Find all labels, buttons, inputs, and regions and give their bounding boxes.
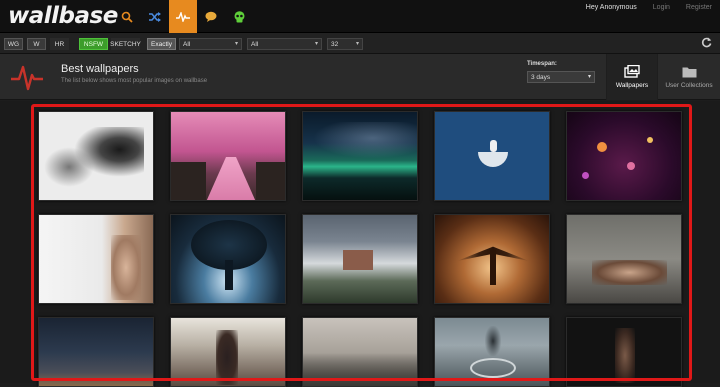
tab-wallpapers-label: Wallpapers: [615, 82, 649, 89]
thumb-purple-bokeh[interactable]: [566, 111, 682, 201]
filter-sketchy-button[interactable]: SKETCHY: [110, 38, 141, 50]
top-navigation-bar: wallbase Hey Anonymous Login Register: [0, 0, 720, 33]
thumb-ink-splatter-bird[interactable]: [38, 111, 154, 201]
thumb-foggy-tree-road[interactable]: [434, 317, 550, 387]
resolution-mode-exactly-button[interactable]: Exactly: [147, 38, 176, 50]
filter-w-button[interactable]: W: [27, 38, 46, 50]
thumb-pink-cherry-blossom-path[interactable]: [170, 111, 286, 201]
chevron-down-icon: ▾: [314, 41, 318, 47]
tab-user-collections[interactable]: User Collections: [657, 54, 720, 100]
wallpaper-grid: [0, 101, 720, 387]
skull-icon[interactable]: [225, 0, 253, 33]
thumb-woman-portrait-white[interactable]: [38, 214, 154, 304]
filter-wg-button[interactable]: WG: [4, 38, 23, 50]
wallpapers-icon: [624, 65, 640, 78]
folder-icon: [682, 67, 696, 77]
thumb-fantasy-warrior-dark[interactable]: [566, 317, 682, 387]
chevron-down-icon: ▾: [355, 41, 359, 47]
wallbase-logo[interactable]: wallbase: [8, 3, 118, 29]
aspect-ratio-select[interactable]: All ▾: [247, 38, 322, 50]
aspect-ratio-select-value: All: [251, 40, 259, 48]
thumb-night-sky-horizon[interactable]: [38, 317, 154, 387]
thumb-aurora-night-sky[interactable]: [302, 111, 418, 201]
login-link[interactable]: Login: [653, 4, 670, 11]
filter-bar: WG W HR NSFW SKETCHY Exactly All ▾ All ▾…: [0, 33, 720, 54]
chat-bubble-icon[interactable]: [197, 0, 225, 33]
resolution-select[interactable]: All ▾: [179, 38, 242, 50]
user-area: Hey Anonymous Login Register: [586, 4, 712, 11]
activity-pulse-icon[interactable]: [169, 0, 197, 33]
chevron-down-icon: ▾: [234, 41, 238, 47]
page-header: Best wallpapers The list below shows mos…: [0, 54, 720, 100]
search-icon[interactable]: [113, 0, 141, 33]
timespan-select[interactable]: 3 days ▾: [527, 71, 595, 83]
thumb-astronaut-on-moon[interactable]: [434, 111, 550, 201]
activity-pulse-icon: [11, 61, 43, 93]
thumb-misty-forest[interactable]: [302, 317, 418, 387]
thumb-winged-figure-sunset[interactable]: [434, 214, 550, 304]
refresh-icon[interactable]: [701, 37, 712, 51]
per-page-select[interactable]: 32 ▾: [327, 38, 363, 50]
resolution-select-value: All: [183, 40, 191, 48]
tab-wallpapers[interactable]: Wallpapers: [606, 54, 657, 100]
user-greeting: Hey Anonymous: [585, 4, 637, 11]
thumb-woman-lying-room[interactable]: [566, 214, 682, 304]
chevron-down-icon: ▾: [587, 74, 591, 80]
page-subtitle: The list below shows most popular images…: [61, 78, 208, 84]
filter-nsfw-button[interactable]: NSFW: [79, 38, 108, 50]
register-link[interactable]: Register: [686, 4, 712, 11]
timespan-select-value: 3 days: [531, 73, 551, 81]
thumb-mountain-village-fog[interactable]: [302, 214, 418, 304]
page-title: Best wallpapers: [61, 63, 139, 75]
timespan-label: Timespan:: [527, 61, 557, 67]
thumb-blue-glowing-tree[interactable]: [170, 214, 286, 304]
thumb-woman-sitting-interior[interactable]: [170, 317, 286, 387]
filter-hr-button[interactable]: HR: [50, 38, 69, 50]
tab-user-collections-label: User Collections: [665, 81, 713, 89]
random-shuffle-icon[interactable]: [141, 0, 169, 33]
per-page-select-value: 32: [331, 40, 339, 48]
